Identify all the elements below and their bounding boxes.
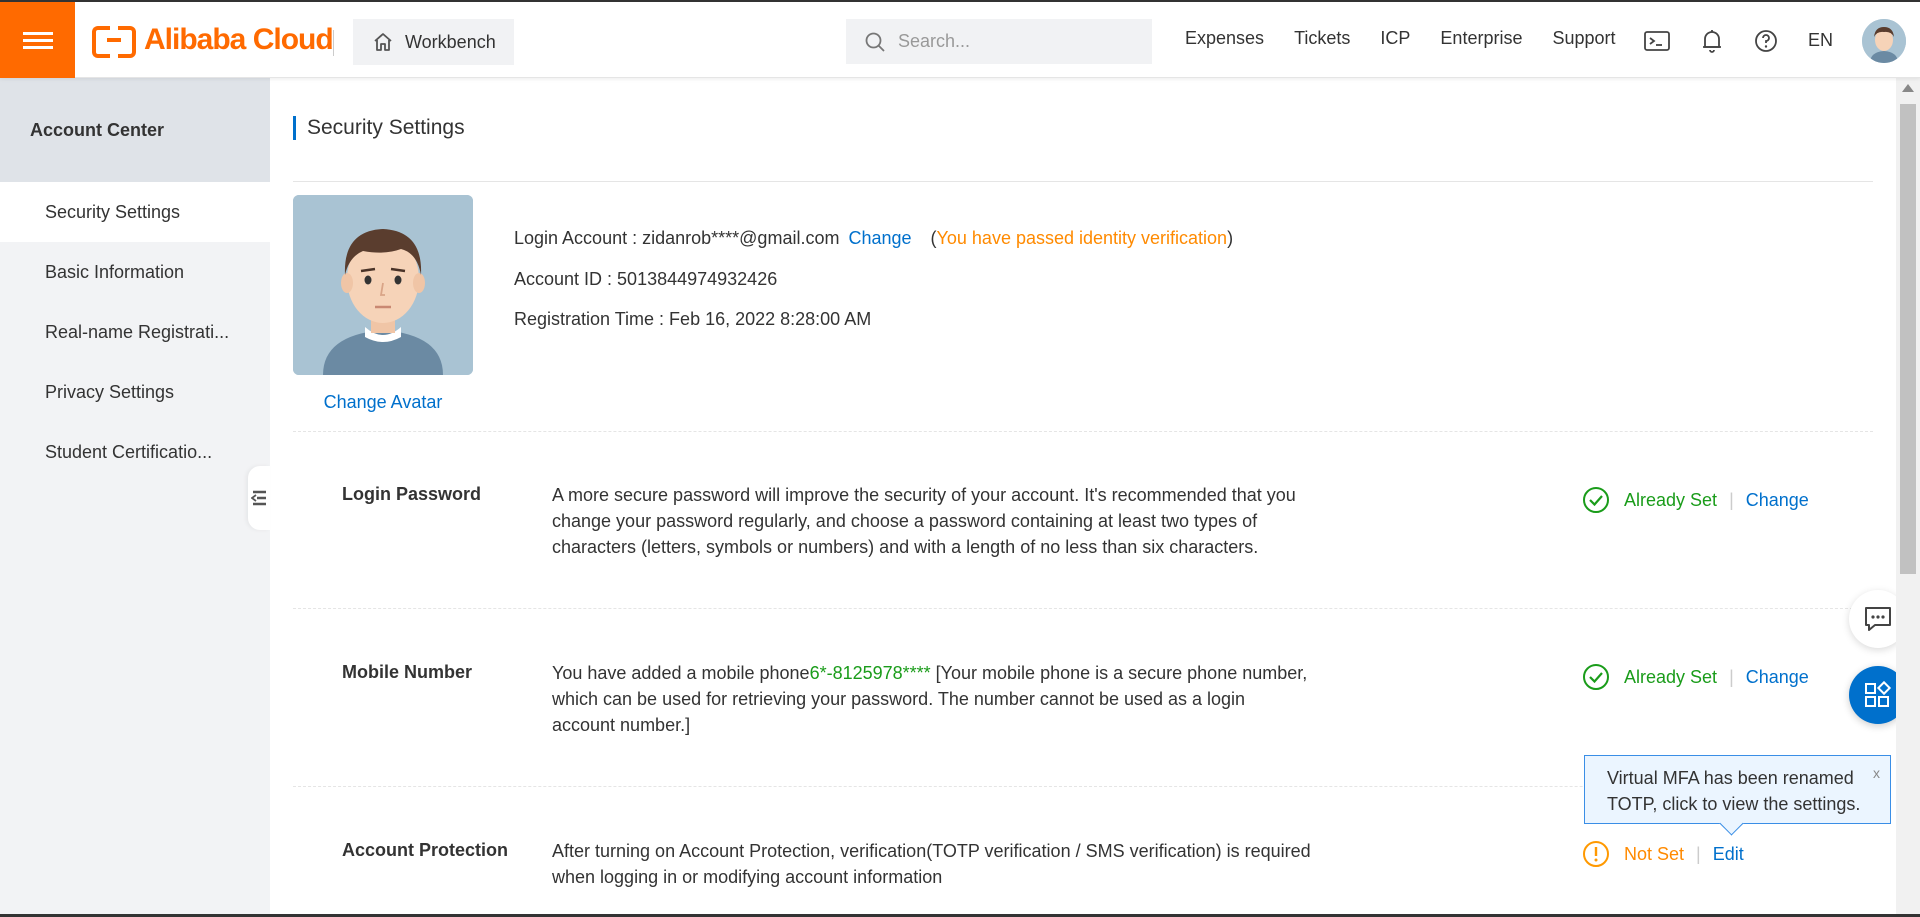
- apps-icon: [1865, 680, 1892, 707]
- alibaba-cloud-logo[interactable]: Alibaba Cloud: [92, 22, 334, 58]
- nav-icp[interactable]: ICP: [1380, 28, 1410, 49]
- account-protection-title: Account Protection: [342, 840, 509, 860]
- login-account-value: zidanrob****@gmail.com: [642, 228, 840, 248]
- nav-support[interactable]: Support: [1552, 28, 1615, 49]
- scroll-up-arrow-icon[interactable]: [1902, 84, 1914, 92]
- section-divider: [293, 608, 1873, 609]
- workbench-label: Workbench: [405, 31, 496, 52]
- search-icon: [865, 32, 885, 52]
- help-icon[interactable]: [1753, 28, 1779, 54]
- header-divider: [333, 30, 334, 56]
- user-avatar[interactable]: [1862, 19, 1906, 63]
- totp-rename-tooltip[interactable]: Virtual MFA has been renamed TOTP, click…: [1584, 755, 1891, 824]
- sidebar-item-security-settings[interactable]: Security Settings: [0, 182, 270, 242]
- account-protection-status: Not Set | Edit: [1582, 840, 1744, 868]
- workbench-button[interactable]: Workbench: [353, 19, 514, 65]
- login-password-status: Already Set | Change: [1582, 486, 1809, 514]
- sidebar-item-basic-information[interactable]: Basic Information: [0, 242, 270, 302]
- check-circle-icon: [1583, 664, 1609, 690]
- collapse-icon: [251, 490, 266, 506]
- sidebar: Account Center Security Settings Basic I…: [0, 78, 270, 917]
- nav-tickets[interactable]: Tickets: [1294, 28, 1350, 49]
- edit-account-protection-link[interactable]: Edit: [1713, 844, 1744, 865]
- top-bar: Alibaba Cloud Workbench Expenses Tickets…: [0, 0, 1920, 78]
- chat-icon: [1865, 607, 1891, 631]
- mobile-desc-before: You have added a mobile phone: [552, 663, 810, 683]
- sidebar-item-real-name-registration[interactable]: Real-name Registrati...: [0, 302, 270, 362]
- top-nav: Expenses Tickets ICP Enterprise Support: [1185, 28, 1646, 49]
- change-mobile-link[interactable]: Change: [1746, 667, 1809, 688]
- login-password-desc: A more secure password will improve the …: [552, 485, 1296, 557]
- mobile-phone-value: 6*-8125978****: [809, 663, 931, 683]
- tooltip-close-icon[interactable]: x: [1873, 760, 1880, 786]
- change-login-account-link[interactable]: Change: [848, 228, 911, 248]
- status-text: Already Set: [1624, 489, 1718, 510]
- account-protection-desc: After turning on Account Protection, ver…: [552, 841, 1311, 887]
- tooltip-text: Virtual MFA has been renamed TOTP, click…: [1607, 768, 1861, 814]
- profile-avatar: [293, 195, 473, 375]
- verification-status[interactable]: You have passed identity verification: [937, 228, 1228, 248]
- login-account-line: Login Account : zidanrob****@gmail.com C…: [514, 228, 1233, 249]
- hamburger-menu-button[interactable]: [0, 2, 75, 78]
- verification-paren-close: ): [1227, 228, 1234, 248]
- home-icon: [374, 33, 392, 51]
- status-separator: |: [1696, 843, 1701, 864]
- language-switch[interactable]: EN: [1808, 30, 1833, 51]
- sidebar-collapse-button[interactable]: [248, 466, 270, 530]
- change-avatar-link[interactable]: Change Avatar: [293, 392, 473, 413]
- account-id: Account ID : 5013844974932426: [514, 269, 778, 289]
- status-separator: |: [1729, 666, 1734, 687]
- warning-circle-icon: [1583, 841, 1609, 867]
- change-password-link[interactable]: Change: [1746, 490, 1809, 511]
- bell-icon[interactable]: [1699, 28, 1725, 54]
- page-scrollbar[interactable]: [1896, 78, 1920, 917]
- login-account-label: Login Account :: [514, 228, 643, 248]
- check-circle-icon: [1583, 487, 1609, 513]
- nav-enterprise[interactable]: Enterprise: [1440, 28, 1522, 49]
- status-text: Already Set: [1624, 666, 1718, 687]
- logo-mark-icon: [92, 26, 136, 58]
- registration-time: Registration Time : Feb 16, 2022 8:28:00…: [514, 309, 872, 329]
- status-text: Not Set: [1624, 843, 1685, 864]
- mobile-number-status: Already Set | Change: [1582, 663, 1809, 691]
- nav-expenses[interactable]: Expenses: [1185, 28, 1264, 49]
- mobile-number-title: Mobile Number: [342, 662, 473, 682]
- login-password-title: Login Password: [342, 484, 482, 504]
- section-divider: [293, 431, 1873, 432]
- status-separator: |: [1729, 489, 1734, 510]
- sidebar-title: Account Center: [0, 78, 270, 182]
- search-input[interactable]: [898, 31, 1138, 52]
- sidebar-item-student-certification[interactable]: Student Certificatio...: [0, 422, 270, 482]
- logo-text: Alibaba Cloud: [144, 23, 334, 56]
- title-divider: [293, 181, 1873, 182]
- page-title: Security Settings: [293, 116, 465, 140]
- terminal-icon[interactable]: [1644, 28, 1670, 54]
- menu-icon: [22, 28, 53, 53]
- scrollbar-thumb[interactable]: [1900, 104, 1916, 574]
- search-box[interactable]: [846, 19, 1152, 64]
- sidebar-item-privacy-settings[interactable]: Privacy Settings: [0, 362, 270, 422]
- mobile-number-desc: You have added a mobile phone6*-8125978*…: [552, 660, 1312, 738]
